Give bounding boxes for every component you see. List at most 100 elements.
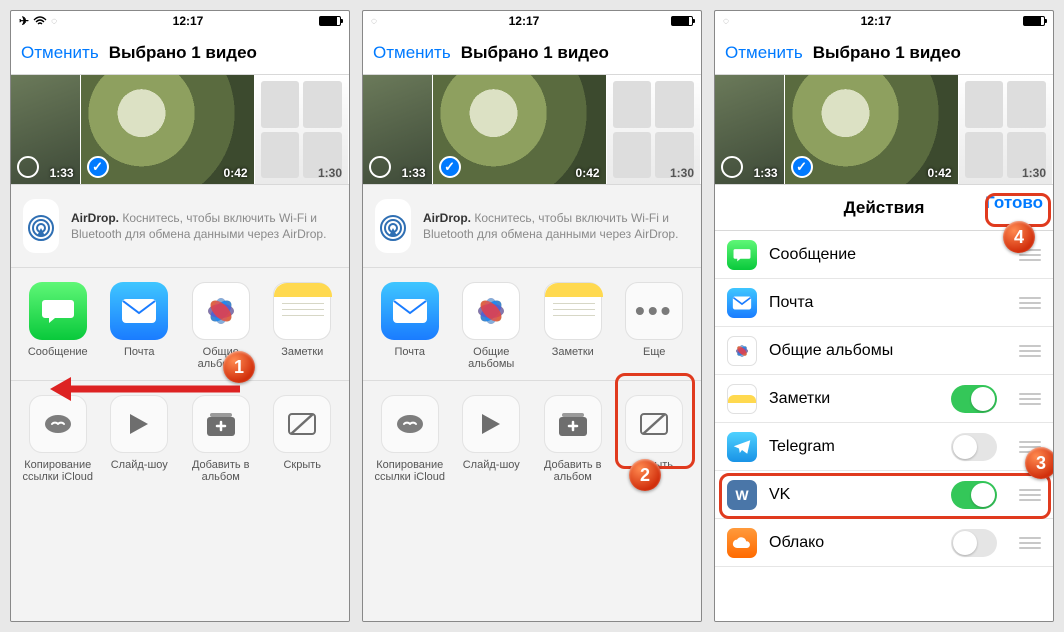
action-label: Скрыть [283,459,321,483]
thumbnail-3[interactable]: 1:30 [959,75,1053,184]
duration: 1:33 [402,166,426,180]
thumbnails-row[interactable]: 1:33 0:42 1:30 [11,75,349,185]
select-circle-checked[interactable] [439,156,461,178]
duration: 0:42 [224,166,248,180]
toggle-notes[interactable] [951,385,997,413]
select-circle-checked[interactable] [87,156,109,178]
toggle-cloud[interactable] [951,529,997,557]
cancel-button[interactable]: Отменить [373,43,451,63]
action-label: Копирование ссылки iCloud [369,459,451,483]
duration: 0:42 [576,166,600,180]
item-name: Telegram [769,438,939,456]
apps-row[interactable]: Сообщение Почта [11,268,349,381]
airdrop-row[interactable]: AirDrop. Коснитесь, чтобы включить Wi-Fi… [363,185,701,268]
reorder-grip[interactable] [1019,345,1041,357]
list-item-messages[interactable]: Сообщение [715,231,1053,279]
app-mail[interactable]: Почта [369,282,451,370]
item-name: Сообщение [769,246,997,264]
thumbnails-row[interactable]: 1:33 0:42 1:30 [363,75,701,185]
action-label: Слайд-шоу [463,459,520,483]
action-copy-link[interactable]: Копирование ссылки iCloud [17,395,99,483]
status-time: 12:17 [861,14,892,28]
notes-icon [727,384,757,414]
select-circle[interactable] [369,156,391,178]
select-circle[interactable] [721,156,743,178]
action-label: Копирование ссылки iCloud [17,459,99,483]
thumbnail-3[interactable]: 1:30 [255,75,349,184]
action-add-album[interactable]: Добавить в альбом [180,395,262,483]
reorder-grip[interactable] [1019,489,1041,501]
page-title: Выбрано 1 видео [109,43,257,63]
cancel-button[interactable]: Отменить [725,43,803,63]
action-hide[interactable]: Скрыть [262,395,344,483]
photos-icon [462,282,520,340]
toggle-vk[interactable] [951,481,997,509]
wifi-icon [33,16,47,26]
actions-row[interactable]: Копирование ссылки iCloud Слайд-шоу Доба… [11,381,349,493]
thumbnail-2[interactable]: 0:42 [81,75,255,184]
hide-icon [625,395,683,453]
cancel-button[interactable]: Отменить [21,43,99,63]
app-mail[interactable]: Почта [99,282,181,370]
list-item-vk[interactable]: W VK [715,471,1053,519]
action-label: Добавить в альбом [180,459,262,483]
thumbnail-2[interactable]: 0:42 [433,75,607,184]
reorder-grip[interactable] [1019,393,1041,405]
thumbnails-row[interactable]: 1:33 0:42 1:30 [715,75,1053,185]
status-bar: ✈ ◌ 12:17 [11,11,349,31]
thumbnail-1[interactable]: 1:33 [715,75,785,184]
airdrop-text: AirDrop. Коснитесь, чтобы включить Wi-Fi… [423,210,689,242]
list-item-cloud[interactable]: Облако [715,519,1053,567]
actions-row[interactable]: Копирование ссылки iCloud Слайд-шоу Доба… [363,381,701,493]
duration: 1:33 [754,166,778,180]
select-circle-checked[interactable] [791,156,813,178]
phone-panel-1: ✈ ◌ 12:17 Отменить Выбрано 1 видео 1:33 … [10,10,350,622]
action-slideshow[interactable]: Слайд-шоу [99,395,181,483]
reorder-grip[interactable] [1019,537,1041,549]
action-add-album[interactable]: Добавить в альбом [532,395,614,483]
action-slideshow[interactable]: Слайд-шоу [451,395,533,483]
action-hide[interactable]: Скрыть [614,395,696,483]
add-album-icon [544,395,602,453]
action-copy-link[interactable]: Копирование ссылки iCloud [369,395,451,483]
done-button[interactable]: Готово [985,193,1043,213]
airdrop-icon [375,199,411,253]
app-shared-albums[interactable]: Общие альбомы [451,282,533,370]
reorder-grip[interactable] [1019,297,1041,309]
link-icon [29,395,87,453]
list-item-mail[interactable]: Почта [715,279,1053,327]
manage-header: Действия Готово [715,185,1053,231]
list-item-telegram[interactable]: Telegram [715,423,1053,471]
play-icon [462,395,520,453]
list-item-notes[interactable]: Заметки [715,375,1053,423]
mail-icon [727,288,757,318]
app-more[interactable]: ••• Еще [614,282,696,370]
thumbnail-1[interactable]: 1:33 [11,75,81,184]
vk-icon: W [727,480,757,510]
play-icon [110,395,168,453]
page-title: Выбрано 1 видео [461,43,609,63]
reorder-grip[interactable] [1019,249,1041,261]
photos-icon [727,336,757,366]
link-icon [381,395,439,453]
toggle-telegram[interactable] [951,433,997,461]
thumbnail-3[interactable]: 1:30 [607,75,701,184]
mail-icon [110,282,168,340]
thumbnail-2[interactable]: 0:42 [785,75,959,184]
reorder-grip[interactable] [1019,441,1041,453]
app-label: Почта [394,346,425,370]
app-messages[interactable]: Сообщение [17,282,99,370]
battery-icon [671,16,693,26]
mail-icon [381,282,439,340]
app-shared-albums[interactable]: Общие альбомы [180,282,262,370]
app-notes[interactable]: Заметки [262,282,344,370]
apps-row[interactable]: Почта Общие альбомы Заметки ••• [363,268,701,381]
thumbnail-1[interactable]: 1:33 [363,75,433,184]
airdrop-row[interactable]: AirDrop. Коснитесь, чтобы включить Wi-Fi… [11,185,349,268]
messages-icon [29,282,87,340]
select-circle[interactable] [17,156,39,178]
loading-icon: ◌ [371,16,377,27]
app-notes[interactable]: Заметки [532,282,614,370]
list-item-shared-albums[interactable]: Общие альбомы [715,327,1053,375]
status-bar: ◌ 12:17 [363,11,701,31]
